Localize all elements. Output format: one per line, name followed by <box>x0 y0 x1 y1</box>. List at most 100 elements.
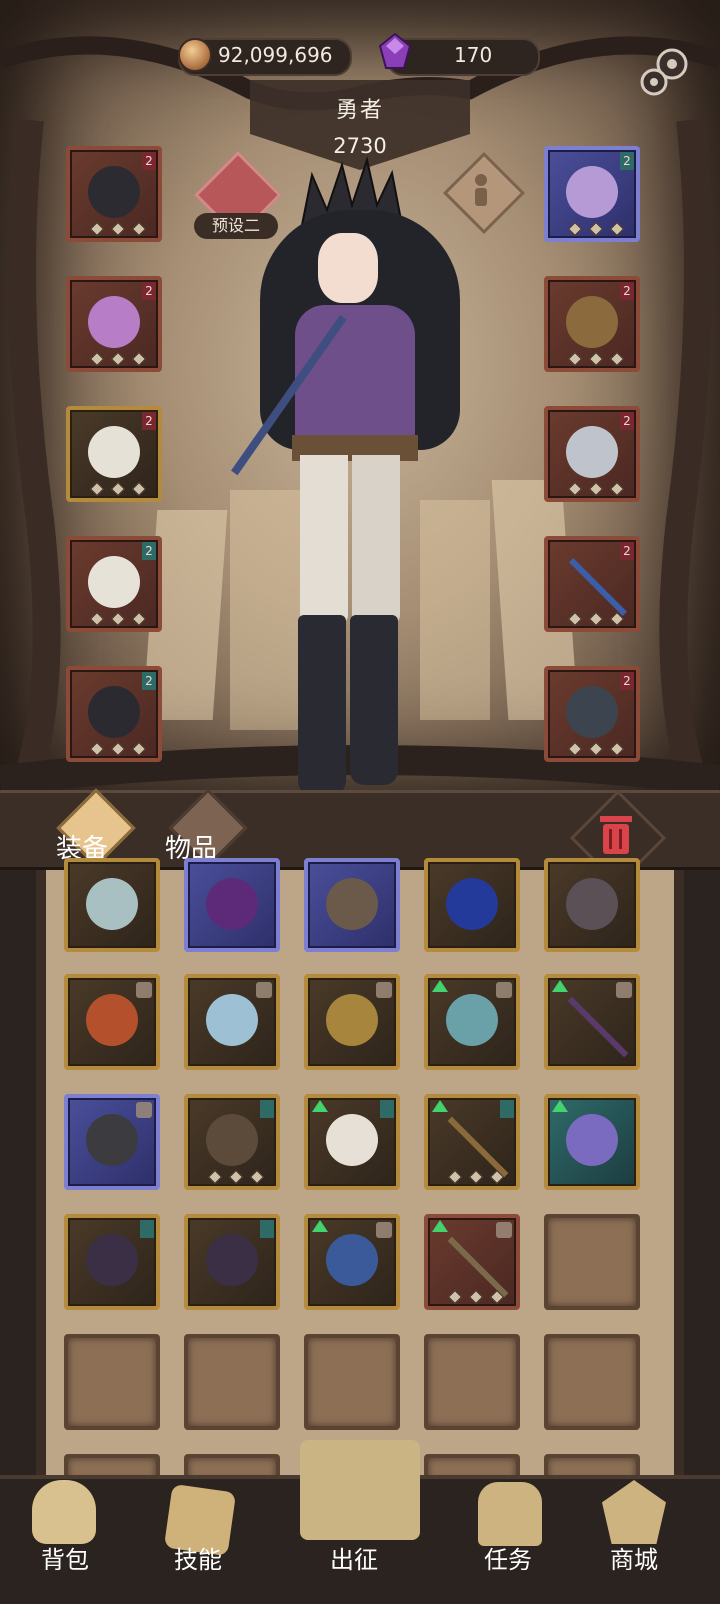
star-diamonds <box>567 481 625 497</box>
equip-slot-helmet[interactable]: 2 <box>66 146 162 242</box>
inventory-slot[interactable] <box>64 858 160 952</box>
gloves-icon <box>88 426 140 478</box>
cursed-ring-icon <box>326 878 378 930</box>
equip-slot-armor[interactable]: 2 <box>66 276 162 372</box>
purple-gem-icon <box>378 32 412 69</box>
inventory-slot[interactable] <box>184 858 280 952</box>
inventory-slot-empty[interactable] <box>64 1334 160 1430</box>
refine-badge: 2 <box>142 542 156 560</box>
amulet-icon <box>566 166 618 218</box>
star-diamonds <box>207 1169 265 1185</box>
wolf-mask-icon <box>566 686 618 738</box>
refine-badge: 2 <box>620 672 634 690</box>
inventory-slot[interactable] <box>184 974 280 1070</box>
lock-icon <box>136 1102 152 1118</box>
inventory-slot[interactable] <box>424 1094 520 1190</box>
crown-icon <box>88 166 140 218</box>
inventory-slot[interactable] <box>544 1094 640 1190</box>
refine-badge <box>260 1220 274 1238</box>
lock-icon <box>256 982 272 998</box>
tasks-icon[interactable] <box>478 1482 542 1546</box>
orb-book-icon <box>326 1234 378 1286</box>
upgrade-arrow-icon <box>432 1220 448 1232</box>
ring-icon <box>566 296 618 348</box>
refine-badge <box>500 1100 514 1118</box>
inventory-slot[interactable] <box>424 1214 520 1310</box>
refine-badge: 2 <box>142 412 156 430</box>
refine-badge: 2 <box>142 152 156 170</box>
refine-badge <box>260 1100 274 1118</box>
lock-icon <box>376 982 392 998</box>
claw-gauntlet-icon <box>206 1234 258 1286</box>
scepter-icon <box>567 996 629 1058</box>
inventory-slot-empty[interactable] <box>544 1334 640 1430</box>
inventory-slot[interactable] <box>304 974 400 1070</box>
hero-name: 勇者 <box>335 98 384 123</box>
pocket-watch-icon <box>86 878 138 930</box>
equip-slot-ring[interactable]: 2 <box>544 276 640 372</box>
inventory-slot-empty[interactable] <box>184 1334 280 1430</box>
star-diamonds <box>447 1169 505 1185</box>
trash-icon <box>600 816 632 854</box>
lock-icon <box>376 1222 392 1238</box>
inventory-slot[interactable] <box>64 1094 160 1190</box>
equip-slot-gloves[interactable]: 2 <box>66 406 162 502</box>
inventory-slot-empty[interactable] <box>424 1334 520 1430</box>
medallion-icon <box>566 426 618 478</box>
inventory-slot[interactable] <box>544 974 640 1070</box>
settings-gear-icon[interactable] <box>634 42 694 102</box>
inventory-slot[interactable] <box>304 858 400 952</box>
equip-slot-necklace[interactable]: 2 <box>544 146 640 242</box>
inventory-slot[interactable] <box>424 974 520 1070</box>
star-diamonds <box>89 351 147 367</box>
equip-slot-weapon[interactable]: 2 <box>544 536 640 632</box>
spear-icon <box>447 1116 509 1178</box>
star-diamonds <box>567 351 625 367</box>
inventory-slot[interactable] <box>424 858 520 952</box>
equip-slot-trinket[interactable]: 2 <box>544 406 640 502</box>
staff-icon <box>569 558 627 616</box>
equip-slot-pants[interactable]: 2 <box>66 536 162 632</box>
gold-amount: 92,099,696 <box>218 43 333 67</box>
lock-icon <box>496 1222 512 1238</box>
inventory-slot-empty[interactable] <box>304 1334 400 1430</box>
lion-amulet-icon <box>326 994 378 1046</box>
inventory-slot[interactable] <box>64 1214 160 1310</box>
star-diamonds <box>89 741 147 757</box>
backpack-icon[interactable] <box>32 1480 96 1544</box>
hood-icon <box>206 1114 258 1166</box>
inventory-slot[interactable] <box>64 974 160 1070</box>
inventory-slot[interactable] <box>184 1094 280 1190</box>
dark-ring-icon <box>86 1114 138 1166</box>
inventory-slot-empty[interactable] <box>544 1214 640 1310</box>
nav-tasks[interactable]: 任务 <box>458 1540 558 1575</box>
inventory-slot[interactable] <box>304 1094 400 1190</box>
nav-shop[interactable]: 商城 <box>584 1540 684 1575</box>
refine-badge: 2 <box>620 282 634 300</box>
pants-icon <box>88 556 140 608</box>
refine-badge: 2 <box>620 412 634 430</box>
claw-gauntlet-icon <box>86 1234 138 1286</box>
equip-slot-offhand[interactable]: 2 <box>544 666 640 762</box>
heart-pendant-icon <box>446 878 498 930</box>
upgrade-arrow-icon <box>312 1100 328 1112</box>
lock-icon <box>136 982 152 998</box>
nav-skills[interactable]: 技能 <box>148 1540 248 1575</box>
nav-expedition[interactable]: 出征 <box>304 1540 404 1575</box>
refine-badge: 2 <box>620 542 634 560</box>
expedition-icon[interactable] <box>300 1440 420 1540</box>
spirit-boots-icon <box>206 994 258 1046</box>
inventory-slot[interactable] <box>184 1214 280 1310</box>
lock-icon <box>496 982 512 998</box>
star-diamonds <box>567 221 625 237</box>
upgrade-arrow-icon <box>552 1100 568 1112</box>
lightning-icon <box>566 878 618 930</box>
gem-amount: 170 <box>454 43 493 67</box>
inventory-slot[interactable] <box>544 858 640 952</box>
equip-slot-boots[interactable]: 2 <box>66 666 162 762</box>
nav-backpack[interactable]: 背包 <box>15 1540 115 1575</box>
inventory-slot[interactable] <box>304 1214 400 1310</box>
coat-icon <box>326 1114 378 1166</box>
refine-badge: 2 <box>620 152 634 170</box>
star-diamonds <box>89 221 147 237</box>
